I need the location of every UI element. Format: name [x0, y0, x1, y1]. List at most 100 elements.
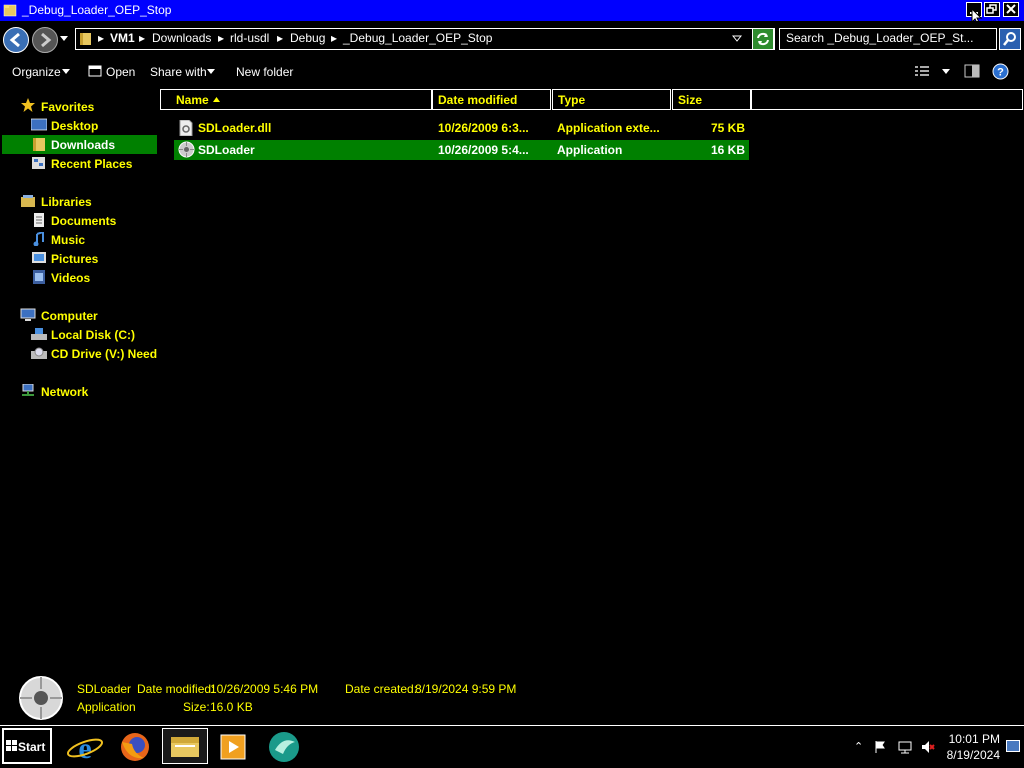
taskbar-internet-explorer[interactable]: e — [64, 730, 106, 765]
file-row[interactable]: SDLoader.dll 10/26/2009 6:3... Applicati… — [174, 118, 749, 138]
nav-cd-drive[interactable]: CD Drive (V:) Need — [51, 347, 157, 361]
details-size: 16.0 KB — [210, 700, 253, 714]
nav-desktop[interactable]: Desktop — [51, 119, 98, 133]
search-placeholder: Search _Debug_Loader_OEP_St... — [786, 31, 974, 45]
action-center-flag-icon[interactable] — [873, 740, 887, 754]
preview-pane-icon[interactable] — [964, 64, 980, 78]
file-size: 16 KB — [710, 143, 745, 157]
folder-icon — [3, 4, 17, 17]
windows-logo-icon — [6, 740, 17, 751]
new-folder-button[interactable]: New folder — [236, 65, 293, 79]
breadcrumb-rld-usdl[interactable]: rld-usdl — [230, 31, 269, 45]
firefox-icon — [121, 733, 149, 761]
refresh-icon — [757, 32, 769, 46]
show-desktop-button[interactable] — [1006, 740, 1020, 752]
breadcrumb-current[interactable]: _Debug_Loader_OEP_Stop — [343, 31, 492, 45]
search-button[interactable] — [999, 28, 1021, 50]
help-icon[interactable]: ? — [992, 63, 1009, 80]
clock-date[interactable]: 8/19/2024 — [947, 748, 1000, 762]
file-explorer-icon — [171, 737, 199, 757]
chevron-down-icon[interactable] — [62, 69, 70, 74]
nav-computer[interactable]: Computer — [41, 309, 98, 323]
breadcrumb-separator[interactable]: ▸ — [139, 31, 145, 45]
nav-documents[interactable]: Documents — [51, 214, 116, 228]
breadcrumb-debug[interactable]: Debug — [290, 31, 325, 45]
recent-places-icon — [32, 157, 45, 169]
taskbar-app-teal[interactable] — [263, 730, 305, 764]
taskbar-explorer-active[interactable] — [162, 728, 208, 764]
chevron-down-icon[interactable] — [942, 69, 950, 74]
view-options-icon[interactable] — [914, 65, 930, 78]
refresh-button[interactable] — [752, 28, 774, 50]
nav-libraries[interactable]: Libraries — [41, 195, 92, 209]
details-date-modified: 10/26/2009 5:46 PM — [210, 682, 319, 696]
nav-downloads[interactable]: Downloads — [51, 138, 115, 152]
cd-drive-icon — [31, 347, 47, 359]
column-header-date-modified[interactable]: Date modified — [432, 89, 551, 110]
taskbar-firefox[interactable] — [114, 730, 156, 764]
forward-arrow-icon — [41, 32, 52, 48]
nav-recent-places[interactable]: Recent Places — [51, 157, 132, 171]
breadcrumb-downloads[interactable]: Downloads — [152, 31, 211, 45]
local-disk-icon — [31, 328, 47, 340]
search-icon — [1003, 32, 1016, 46]
show-hidden-icons-button[interactable]: ⌃ — [854, 740, 863, 753]
address-dropdown-icon[interactable] — [732, 35, 742, 42]
share-with-button[interactable]: Share with — [150, 65, 207, 79]
music-icon — [33, 232, 44, 246]
file-row-selected[interactable]: SDLoader 10/26/2009 5:4... Application 1… — [174, 140, 749, 160]
selected-file-large-icon — [19, 676, 63, 720]
documents-icon — [34, 213, 44, 227]
network-icon — [22, 384, 34, 396]
dll-file-icon — [179, 120, 193, 136]
nav-pictures[interactable]: Pictures — [51, 252, 98, 266]
breadcrumb-separator[interactable]: ▸ — [218, 31, 224, 45]
column-header-empty — [751, 89, 1023, 110]
back-button[interactable] — [3, 27, 29, 53]
network-tray-icon[interactable] — [898, 740, 912, 754]
column-date-label: Date modified — [438, 93, 518, 107]
details-file-name: SDLoader — [77, 682, 132, 696]
file-size: 75 KB — [710, 121, 745, 135]
file-name: SDLoader — [198, 143, 255, 157]
close-icon — [1006, 4, 1016, 14]
breadcrumb-separator[interactable]: ▸ — [98, 31, 104, 45]
videos-icon — [33, 270, 45, 284]
teal-app-icon — [269, 732, 299, 762]
star-icon — [21, 98, 35, 112]
close-button[interactable] — [1003, 2, 1019, 17]
file-type: Application — [557, 143, 623, 157]
back-arrow-icon — [9, 32, 20, 48]
breadcrumb-separator[interactable]: ▸ — [331, 31, 337, 45]
clock-time[interactable]: 10:01 PM — [949, 732, 1000, 746]
open-button[interactable]: Open — [106, 65, 135, 79]
internet-explorer-icon: e — [66, 732, 104, 765]
column-header-type[interactable]: Type — [552, 89, 671, 110]
chevron-down-icon[interactable] — [207, 69, 215, 74]
details-date-created: 8/19/2024 9:59 PM — [415, 682, 517, 696]
nav-music[interactable]: Music — [51, 233, 85, 247]
column-header-size[interactable]: Size — [672, 89, 751, 110]
column-header-name[interactable]: Name — [160, 89, 432, 110]
nav-local-disk[interactable]: Local Disk (C:) — [51, 328, 135, 342]
nav-network[interactable]: Network — [41, 385, 88, 399]
history-dropdown-icon[interactable] — [60, 36, 68, 42]
breadcrumb-separator[interactable]: ▸ — [277, 31, 283, 45]
taskbar-media-player[interactable] — [212, 730, 254, 764]
nav-videos[interactable]: Videos — [51, 271, 90, 285]
file-type: Application exte... — [557, 121, 660, 135]
open-icon — [88, 65, 102, 77]
start-label: Start — [18, 740, 46, 754]
window-title: _Debug_Loader_OEP_Stop — [22, 3, 172, 17]
details-date-modified-label: Date modified: — [137, 682, 215, 696]
forward-button[interactable] — [32, 27, 58, 53]
file-date: 10/26/2009 6:3... — [438, 121, 529, 135]
volume-muted-icon[interactable] — [921, 740, 935, 754]
column-type-label: Type — [558, 93, 586, 107]
downloads-folder-icon — [33, 138, 45, 151]
restore-button[interactable] — [984, 2, 1000, 17]
organize-button[interactable]: Organize — [12, 65, 61, 79]
breadcrumb-vm1[interactable]: VM1 — [110, 31, 135, 45]
sort-ascending-icon — [213, 97, 220, 102]
nav-favorites[interactable]: Favorites — [41, 100, 94, 114]
